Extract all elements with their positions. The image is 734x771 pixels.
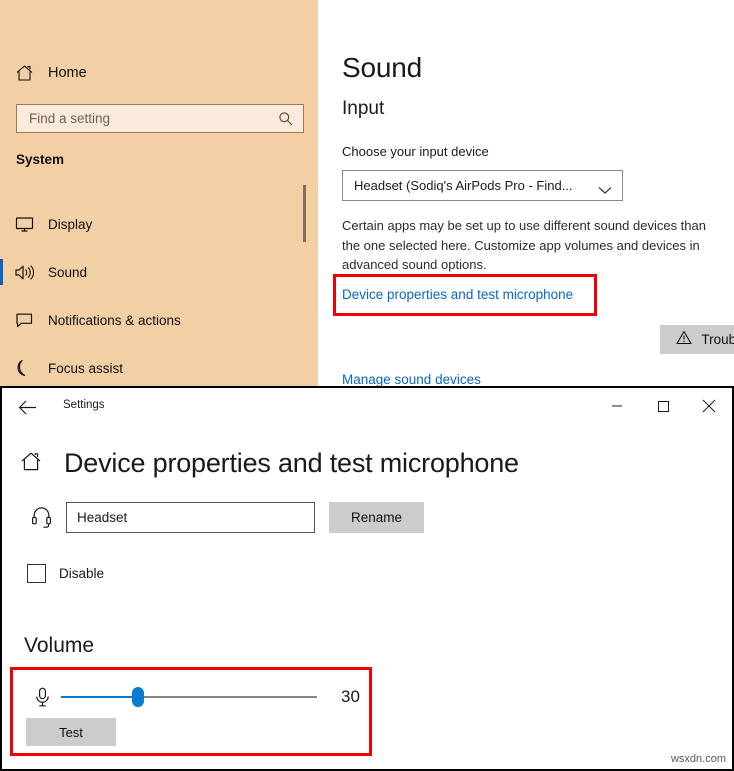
watermark: wsxdn.com (670, 753, 726, 765)
sidebar-item-label: Display (48, 216, 93, 232)
speaker-icon (0, 264, 48, 281)
sidebar-item-label: Focus assist (48, 360, 124, 376)
sidebar-section-label: System (16, 152, 65, 167)
device-name-input[interactable] (66, 502, 315, 533)
sidebar-item-focus-assist[interactable]: Focus assist (0, 351, 300, 385)
test-button[interactable]: Test (26, 718, 116, 746)
sidebar-item-sound[interactable]: Sound (0, 255, 300, 289)
sidebar-item-label: Notifications & actions (48, 312, 181, 328)
page-title: Sound (342, 52, 422, 83)
troubleshoot-button[interactable]: Troubleshoot (660, 325, 734, 354)
sidebar-home-label: Home (48, 65, 87, 81)
input-section-title: Input (342, 98, 385, 119)
page-title: Device properties and test microphone (64, 448, 519, 478)
close-icon[interactable] (686, 388, 732, 424)
moon-icon (0, 359, 48, 377)
sidebar-scrollbar[interactable] (303, 185, 306, 242)
sidebar-item-home[interactable]: Home (0, 58, 318, 88)
disable-label: Disable (59, 566, 105, 581)
chat-bubble-icon (0, 312, 48, 329)
window2-controls (594, 388, 732, 424)
window2-titlebar: Settings (2, 388, 732, 424)
settings-sidebar: Home Find a setting System Display Sound… (0, 0, 318, 386)
home-icon (0, 64, 48, 82)
troubleshoot-label: Troubleshoot (701, 332, 734, 347)
search-icon (278, 111, 294, 132)
manage-sound-devices-link[interactable]: Manage sound devices (342, 372, 481, 386)
slider-fill (61, 696, 138, 698)
volume-slider-row: 30 (27, 686, 360, 708)
sidebar-item-notifications[interactable]: Notifications & actions (0, 303, 300, 337)
back-arrow-icon[interactable] (12, 395, 42, 419)
input-device-dropdown[interactable]: Headset (Sodiq's AirPods Pro - Find... (342, 170, 623, 201)
sound-settings-window: Settings Home F (0, 0, 734, 386)
minimize-icon[interactable] (594, 388, 640, 424)
volume-heading: Volume (24, 634, 95, 657)
warning-triangle-icon (676, 330, 692, 350)
headset-icon (24, 506, 58, 529)
search-placeholder: Find a setting (29, 111, 111, 126)
maximize-icon[interactable] (640, 388, 686, 424)
search-input[interactable]: Find a setting (16, 104, 304, 133)
sound-description: Certain apps may be set up to use differ… (342, 218, 706, 272)
sound-settings-content: Sound Input Choose your input device Hea… (318, 0, 734, 386)
window2-title: Settings (63, 399, 105, 411)
volume-slider[interactable] (61, 686, 317, 708)
volume-value: 30 (341, 687, 360, 706)
highlight-box-device-properties (333, 274, 597, 316)
device-properties-window: Settings Device properties and test micr… (0, 386, 734, 771)
input-device-label: Choose your input device (342, 144, 489, 159)
sidebar-item-label: Sound (48, 264, 88, 280)
disable-checkbox[interactable] (27, 564, 46, 583)
disable-row[interactable]: Disable (27, 564, 104, 583)
rename-button[interactable]: Rename (329, 502, 424, 533)
input-device-value: Headset (Sodiq's AirPods Pro - Find... (354, 178, 573, 193)
slider-thumb[interactable] (131, 687, 144, 707)
device-name-row: Rename (24, 502, 424, 533)
page-header: Device properties and test microphone (20, 448, 519, 479)
chevron-down-icon (598, 182, 612, 200)
sidebar-item-display[interactable]: Display (0, 207, 300, 241)
screenshot-root: Settings Home F (0, 0, 734, 771)
microphone-icon (27, 687, 57, 708)
monitor-icon (0, 216, 48, 233)
home-icon[interactable] (20, 451, 42, 477)
